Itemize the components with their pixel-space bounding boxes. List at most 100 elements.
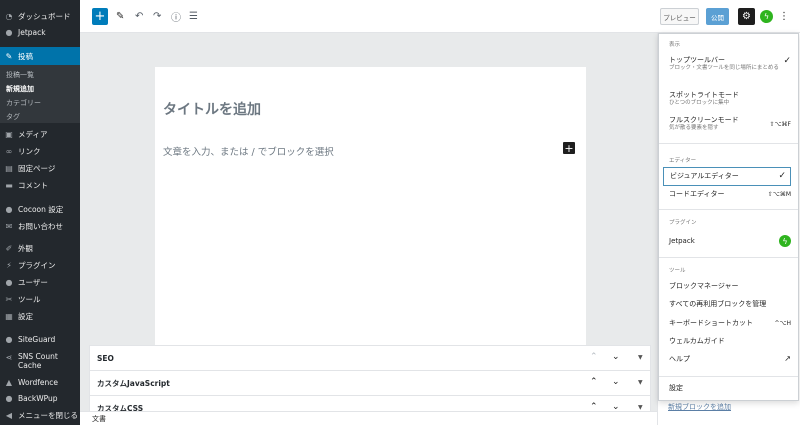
sidebar-item-label: SiteGuard bbox=[18, 334, 56, 344]
sidebar-item-links[interactable]: ∞ リンク bbox=[0, 143, 80, 159]
menu-item-block-manager[interactable]: ブロックマネージャー bbox=[669, 282, 791, 291]
inline-inserter-plus-icon[interactable]: + bbox=[563, 142, 575, 155]
sidebar-item-posts[interactable]: ✎ 投稿 bbox=[0, 47, 80, 65]
sidebar-item-label: プラグイン bbox=[18, 260, 56, 270]
menu-item-description: ひとつのブロックに集中 bbox=[669, 100, 730, 106]
sidebar-item-label: ダッシュボード bbox=[18, 11, 71, 21]
settings-icon: ▦ bbox=[5, 311, 13, 321]
sidebar-item-dashboard[interactable]: ◔ ダッシュボード bbox=[0, 8, 80, 24]
gear-icon[interactable]: ⚙ bbox=[738, 8, 755, 25]
mail-icon: ✉ bbox=[5, 221, 13, 231]
sidebar-item-sns-count-cache[interactable]: ⋖ SNS Count Cache bbox=[0, 350, 80, 372]
menu-item-code-editor[interactable]: コードエディター ⇧⌥⌘M bbox=[669, 190, 791, 199]
media-icon: ▣ bbox=[5, 129, 13, 139]
menu-item-description: 気が散る要素を隠す bbox=[669, 125, 719, 131]
metabox-title: SEO bbox=[97, 354, 114, 363]
menu-item-label: キーボードショートカット bbox=[669, 319, 753, 327]
user-icon: ● bbox=[5, 277, 13, 287]
plugin-icon: ⚡ bbox=[6, 260, 12, 270]
menu-group-view: 表示 トップツールバー ブロック・文書ツールを同じ場所にまとめる ✓ スポットラ… bbox=[659, 34, 798, 144]
sidebar-item-jetpack[interactable]: ● Jetpack bbox=[0, 24, 80, 40]
submenu-tags[interactable]: タグ bbox=[6, 112, 20, 122]
submenu-categories[interactable]: カテゴリー bbox=[6, 98, 41, 108]
info-icon[interactable]: ⓘ bbox=[171, 8, 181, 25]
editor-header: + ✎ ↶ ↷ ⓘ ☰ プレビュー 公開 ⚙ ϟ ⋮ bbox=[80, 0, 800, 33]
preview-button[interactable]: プレビュー bbox=[660, 8, 699, 25]
collapse-menu-button[interactable]: ◀ メニューを閉じる bbox=[0, 407, 80, 423]
jetpack-icon[interactable]: ϟ bbox=[760, 10, 773, 23]
menu-item-label: ヘルプ bbox=[669, 355, 690, 363]
sidebar-item-appearance[interactable]: ✐ 外観 bbox=[0, 240, 80, 256]
sidebar-item-label: SNS Count Cache bbox=[18, 352, 58, 370]
more-options-icon[interactable]: ⋮ bbox=[779, 8, 789, 25]
sidebar-item-wordfence[interactable]: ▲ Wordfence bbox=[0, 374, 80, 390]
admin-sidebar: ◔ ダッシュボード ● Jetpack ✎ 投稿 投稿一覧 新規追加 カテゴリー… bbox=[0, 0, 80, 425]
menu-item-keyboard-shortcuts[interactable]: キーボードショートカット ^⌥H bbox=[669, 319, 791, 328]
block-breadcrumb: 文書 bbox=[80, 411, 657, 425]
sidebar-item-plugins[interactable]: ⚡ プラグイン bbox=[0, 257, 80, 273]
submenu-add-new[interactable]: 新規追加 bbox=[6, 84, 34, 94]
menu-item-visual-editor[interactable]: ビジュアルエディター ✓ bbox=[663, 167, 791, 186]
menu-item-manage-reusable-blocks[interactable]: すべての再利用ブロックを管理 bbox=[669, 300, 791, 309]
chevron-down-icon[interactable]: ⌄ bbox=[612, 377, 620, 387]
menu-item-welcome-guide[interactable]: ウェルカムガイド bbox=[669, 337, 791, 346]
sidebar-item-users[interactable]: ● ユーザー bbox=[0, 274, 80, 290]
sidebar-item-cocoon[interactable]: ● Cocoon 設定 bbox=[0, 201, 80, 217]
add-block-button[interactable]: + bbox=[92, 8, 108, 25]
menu-item-label: ウェルカムガイド bbox=[669, 337, 725, 345]
sidebar-item-label: Wordfence bbox=[18, 377, 59, 387]
sidebar-item-label: 外観 bbox=[18, 243, 33, 253]
sidebar-item-siteguard[interactable]: ● SiteGuard bbox=[0, 331, 80, 347]
sidebar-item-pages[interactable]: ▤ 固定ページ bbox=[0, 160, 80, 176]
pin-icon: ✎ bbox=[5, 51, 13, 61]
publish-button[interactable]: 公開 bbox=[706, 8, 729, 25]
menu-item-top-toolbar[interactable]: トップツールバー ブロック・文書ツールを同じ場所にまとめる ✓ bbox=[669, 56, 791, 72]
comment-icon: ▬ bbox=[5, 180, 13, 190]
sidebar-item-label: ユーザー bbox=[18, 277, 48, 287]
menu-item-preferences[interactable]: 設定 bbox=[669, 384, 791, 393]
sidebar-item-label: Cocoon 設定 bbox=[18, 204, 64, 214]
block-placeholder[interactable]: 文章を入力、または / でブロックを選択 bbox=[163, 144, 334, 158]
tools-pen-icon[interactable]: ✎ bbox=[116, 8, 124, 25]
backwpup-icon: ● bbox=[5, 393, 13, 403]
sidebar-item-settings[interactable]: ▦ 設定 bbox=[0, 308, 80, 324]
menu-item-spotlight-mode[interactable]: スポットライトモード ひとつのブロックに集中 bbox=[669, 91, 791, 107]
menu-item-shortcut: ⇧⌥⌘M bbox=[767, 191, 791, 198]
menu-item-label: ビジュアルエディター bbox=[670, 172, 739, 180]
redo-icon[interactable]: ↷ bbox=[153, 8, 161, 25]
chevron-up-icon[interactable]: ⌃ bbox=[590, 377, 598, 387]
toggle-arrow-icon[interactable]: ▼ bbox=[638, 354, 643, 361]
metabox-custom-javascript[interactable]: カスタムJavaScript ⌃ ⌄ ▼ bbox=[89, 370, 651, 397]
sidebar-item-comments[interactable]: ▬ コメント bbox=[0, 177, 80, 193]
menu-group-editor: エディター ビジュアルエディター ✓ コードエディター ⇧⌥⌘M bbox=[659, 144, 798, 210]
more-options-menu: 表示 トップツールバー ブロック・文書ツールを同じ場所にまとめる ✓ スポットラ… bbox=[658, 33, 799, 401]
menu-item-jetpack[interactable]: Jetpack ϟ bbox=[669, 235, 791, 247]
menu-item-help[interactable]: ヘルプ ↗ bbox=[669, 354, 791, 364]
menu-item-description: ブロック・文書ツールを同じ場所にまとめる bbox=[669, 65, 779, 71]
sidebar-item-contact[interactable]: ✉ お問い合わせ bbox=[0, 218, 80, 234]
post-title-input[interactable]: タイトルを追加 bbox=[163, 99, 261, 119]
list-view-icon[interactable]: ☰ bbox=[189, 8, 198, 25]
sidebar-item-label: Jetpack bbox=[18, 27, 46, 37]
menu-item-label: トップツールバー bbox=[669, 56, 725, 64]
sidebar-item-backwpup[interactable]: ● BackWPup bbox=[0, 390, 80, 406]
dashboard-icon: ◔ bbox=[5, 11, 13, 21]
add-block-link[interactable]: 新規ブロックを追加 bbox=[668, 402, 731, 412]
sidebar-item-media[interactable]: ▣ メディア bbox=[0, 126, 80, 142]
chevron-down-icon[interactable]: ⌄ bbox=[612, 352, 620, 362]
toggle-arrow-icon[interactable]: ▼ bbox=[638, 379, 643, 386]
metabox-seo[interactable]: SEO ⌃ ⌄ ▼ bbox=[89, 345, 651, 372]
siteguard-icon: ● bbox=[5, 334, 13, 344]
menu-item-label: Jetpack bbox=[669, 237, 695, 245]
check-icon: ✓ bbox=[783, 56, 791, 66]
submenu-all-posts[interactable]: 投稿一覧 bbox=[6, 70, 34, 80]
menu-item-fullscreen-mode[interactable]: フルスクリーンモード 気が散る要素を隠す ⇧⌥⌘F bbox=[669, 116, 791, 132]
editor-canvas: タイトルを追加 文章を入力、または / でブロックを選択 + SEO ⌃ ⌄ ▼… bbox=[80, 33, 657, 425]
undo-icon[interactable]: ↶ bbox=[135, 8, 143, 25]
menu-item-shortcut: ^⌥H bbox=[774, 320, 791, 327]
sidebar-item-tools[interactable]: ✂ ツール bbox=[0, 291, 80, 307]
toggle-arrow-icon[interactable]: ▼ bbox=[638, 404, 643, 411]
menu-group-heading: 表示 bbox=[669, 42, 681, 48]
chevron-up-icon[interactable]: ⌃ bbox=[590, 352, 598, 362]
breadcrumb-document[interactable]: 文書 bbox=[92, 414, 106, 424]
